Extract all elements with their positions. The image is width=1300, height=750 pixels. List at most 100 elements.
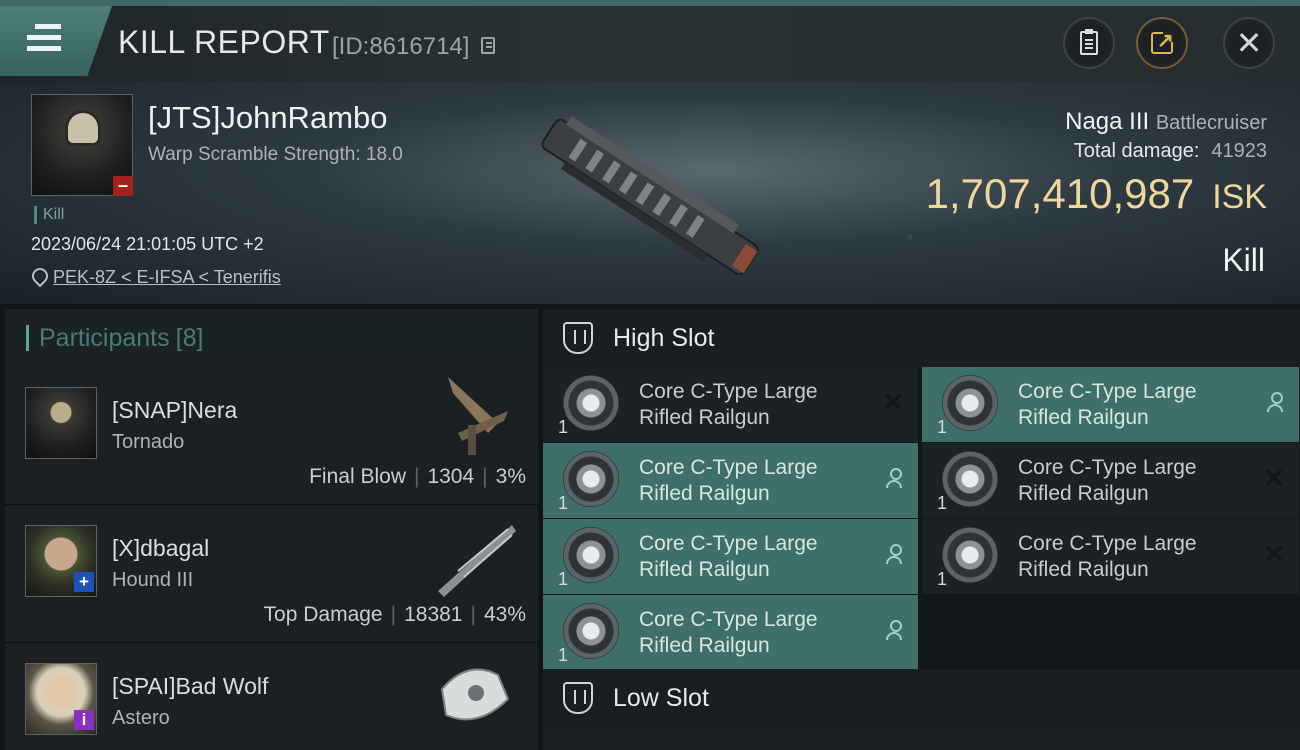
module-quantity: 1 [558, 645, 569, 665]
module-name: Core C-Type Large Rifled Railgun [1018, 532, 1197, 581]
dropped-person-icon [1267, 392, 1283, 414]
damage-value: 18381 [404, 603, 463, 626]
kill-tag: Kill [34, 206, 64, 224]
victim-name[interactable]: [JTS]JohnRambo [148, 100, 388, 136]
module-name: Core C-Type Large Rifled Railgun [1018, 380, 1197, 429]
low-slot-icon [563, 682, 593, 714]
railgun-icon [563, 375, 619, 431]
damage-percent: 43% [483, 603, 526, 626]
isk-value: 1,707,410,987 ISK [926, 170, 1267, 218]
pilot-ship: Hound III [112, 569, 194, 591]
total-damage-label: Total damage: [1073, 140, 1200, 162]
module-slot[interactable]: 1 Core C-Type Large Rifled Railgun [543, 443, 918, 518]
destroyed-icon: ✕ [1263, 463, 1285, 493]
module-quantity: 1 [558, 417, 569, 437]
module-quantity: 1 [937, 493, 948, 513]
final-blow-tag: Final Blow [309, 465, 406, 488]
participants-count: [8] [175, 323, 204, 352]
total-damage-value: 41923 [1211, 140, 1267, 162]
high-slot-icon [563, 322, 593, 354]
pilot-ship: Tornado [112, 431, 185, 453]
kill-timestamp: 2023/06/24 21:01:05 UTC +2 [31, 234, 264, 254]
isk-amount: 1,707,410,987 [925, 170, 1195, 217]
ship-thumbnail [440, 668, 510, 721]
low-slot-row[interactable] [543, 727, 1300, 750]
victim-status-badge: – [113, 176, 133, 196]
kill-summary: – [JTS]JohnRambo Warp Scramble Strength:… [0, 82, 1300, 304]
module-name: Core C-Type Large Rifled Railgun [639, 380, 818, 429]
location-pin-icon [31, 268, 45, 286]
module-slot[interactable]: 1 Core C-Type Large Rifled Railgun ✕ [922, 519, 1299, 594]
participants-label: Participants [39, 323, 170, 352]
ship-name[interactable]: Naga III Battlecruiser [1065, 108, 1267, 136]
share-icon [1151, 28, 1174, 54]
hamburger-icon [27, 24, 61, 57]
clipboard-button[interactable] [1063, 17, 1115, 69]
total-damage: Total damage: 41923 [1074, 140, 1267, 163]
pilot-name: [SPAI]Bad Wolf [112, 673, 269, 699]
pilot-badge: + [74, 572, 94, 592]
page-title: KILL REPORT [118, 24, 330, 60]
participants-panel: Participants [8] [SNAP]Nera Tornado Fina… [5, 309, 538, 750]
module-slot[interactable]: 1 Core C-Type Large Rifled Railgun [543, 595, 918, 670]
participant-stats: Top Damage | 18381 | 43% [263, 603, 526, 626]
report-id: [ID:8616714] [332, 33, 470, 60]
top-damage-tag: Top Damage [263, 603, 383, 626]
module-name: Core C-Type Large Rifled Railgun [639, 608, 818, 657]
module-slot[interactable]: 1 Core C-Type Large Rifled Railgun ✕ [922, 443, 1299, 518]
destroyed-icon: ✕ [882, 387, 904, 417]
high-slot-grid: 1 Core C-Type Large Rifled Railgun ✕ 1 Co… [543, 367, 1300, 670]
fitting-panel: High Slot 1 Core C-Type Large Rifled Rail… [543, 309, 1300, 750]
module-name: Core C-Type Large Rifled Railgun [639, 532, 818, 581]
pilot-badge: i [74, 710, 94, 730]
pilot-portrait [25, 387, 97, 459]
railgun-icon [942, 527, 998, 583]
kill-result: Kill [1222, 242, 1265, 278]
warp-scramble: Warp Scramble Strength: 18.0 [148, 144, 403, 165]
ship-render [541, 116, 759, 276]
module-quantity: 1 [937, 417, 948, 437]
module-quantity: 1 [937, 569, 948, 589]
dropped-person-icon [886, 544, 902, 566]
pilot-ship: Astero [112, 707, 170, 729]
module-slot[interactable]: 1 Core C-Type Large Rifled Railgun [922, 367, 1299, 442]
destroyed-icon: ✕ [1263, 539, 1285, 569]
location-link[interactable]: PEK-8Z < E-IFSA < Tenerifis [53, 267, 281, 288]
close-button[interactable]: ✕ [1223, 17, 1275, 69]
ship-thumbnail [438, 525, 516, 597]
ship-type-name: Naga III [1065, 108, 1150, 135]
clipboard-icon [1080, 29, 1098, 55]
module-quantity: 1 [558, 569, 569, 589]
low-slot-label: Low Slot [613, 683, 709, 712]
dropped-person-icon [886, 620, 902, 642]
participants-header: Participants [8] [5, 309, 538, 367]
module-quantity: 1 [558, 493, 569, 513]
top-bar: KILL REPORT [ID:8616714] ✕ [0, 0, 1300, 82]
damage-value: 1304 [427, 465, 475, 488]
railgun-icon [563, 527, 619, 583]
ship-class: Battlecruiser [1155, 112, 1267, 134]
participant-stats: Final Blow | 1304 | 3% [309, 465, 526, 488]
participant-row[interactable]: [SNAP]Nera Tornado Final Blow | 1304 | 3% [5, 367, 538, 505]
ship-thumbnail [448, 377, 508, 455]
module-slot[interactable]: 1 Core C-Type Large Rifled Railgun ✕ [543, 367, 918, 442]
isk-currency: ISK [1212, 178, 1267, 216]
railgun-icon [942, 451, 998, 507]
pilot-name: [X]dbagal [112, 535, 210, 561]
high-slot-header: High Slot [543, 309, 1300, 367]
pilot-name: [SNAP]Nera [112, 397, 238, 423]
railgun-icon [563, 603, 619, 659]
module-name: Core C-Type Large Rifled Railgun [639, 456, 818, 505]
participant-row[interactable]: i [SPAI]Bad Wolf Astero [5, 643, 538, 750]
menu-button[interactable] [0, 6, 112, 76]
participant-row[interactable]: + [X]dbagal Hound III Top Damage | 18381 | 4… [5, 505, 538, 643]
dropped-person-icon [886, 468, 902, 490]
share-button[interactable] [1136, 17, 1188, 69]
railgun-icon [942, 375, 998, 431]
high-slot-label: High Slot [613, 323, 715, 352]
low-slot-header: Low Slot [543, 669, 1300, 727]
module-name: Core C-Type Large Rifled Railgun [1018, 456, 1197, 505]
close-icon: ✕ [1235, 25, 1263, 61]
module-slot[interactable]: 1 Core C-Type Large Rifled Railgun [543, 519, 918, 594]
copy-icon[interactable] [481, 37, 495, 54]
